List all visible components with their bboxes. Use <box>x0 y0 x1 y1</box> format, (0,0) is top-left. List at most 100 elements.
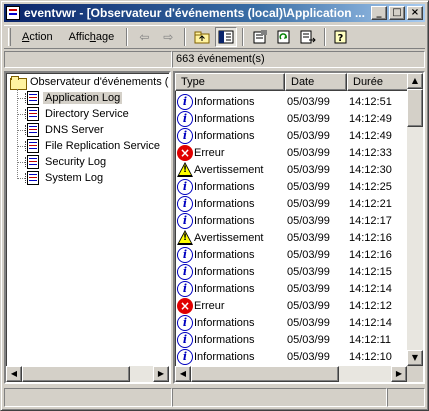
log-icon <box>25 107 39 121</box>
event-type-label: Informations <box>194 265 255 278</box>
table-row[interactable]: i Informations 05/03/99 14:12:16 <box>175 246 409 263</box>
title-bar[interactable]: eventvwr - [Observateur d'événements (lo… <box>4 4 425 22</box>
table-row[interactable]: i Informations 05/03/99 14:12:21 <box>175 195 409 212</box>
table-row[interactable]: × Erreur 05/03/99 14:12:33 <box>175 144 409 161</box>
table-row[interactable]: i Informations 05/03/99 14:12:49 <box>175 110 409 127</box>
table-row[interactable]: i Informations 05/03/99 14:12:10 <box>175 348 409 365</box>
cell-date: 05/03/99 <box>287 95 330 108</box>
info-icon: i <box>177 263 193 280</box>
info-icon: i <box>177 246 193 263</box>
event-list-pane[interactable]: Type Date Durée i Informations 05/03/99 14:… <box>173 71 425 384</box>
list-header: Type Date Durée <box>175 73 409 91</box>
cell-type: ! Avertissement <box>175 162 285 177</box>
table-row[interactable]: i Informations 05/03/99 14:12:49 <box>175 127 409 144</box>
help-button[interactable]: ? <box>331 27 353 47</box>
scroll-right-button[interactable]: ▶ <box>391 366 407 382</box>
export-list-icon <box>300 30 316 44</box>
tree-item-system-log[interactable]: System Log <box>17 170 105 186</box>
table-row[interactable]: ! Avertissement 05/03/99 14:12:16 <box>175 229 409 246</box>
scroll-left-button[interactable]: ◀ <box>6 366 22 382</box>
tree-root-label: Observateur d'événements (l <box>30 76 171 88</box>
cell-type: iInformations <box>175 195 285 212</box>
console-tree-pane[interactable]: Observateur d'événements (l Application … <box>4 71 171 384</box>
event-rows: i Informations 05/03/99 14:12:51 i Informatio… <box>175 93 409 382</box>
table-row[interactable]: i Informations 05/03/99 14:12:25 <box>175 178 409 195</box>
maximize-button[interactable]: □ <box>389 6 405 20</box>
up-one-level-button[interactable] <box>191 27 213 47</box>
event-type-label: Informations <box>194 214 255 227</box>
event-type-label: Informations <box>194 333 255 346</box>
pane-header-row: 663 événement(s) <box>4 51 425 69</box>
cell-type: iInformations <box>175 127 285 144</box>
tree-item-file-replication-service[interactable]: File Replication Service <box>17 138 162 154</box>
properties-icon <box>253 30 268 44</box>
status-cell-right <box>387 388 425 407</box>
cell-date: 05/03/99 <box>287 146 330 159</box>
arrow-right-icon: ▶ <box>395 369 403 378</box>
list-vertical-scrollbar[interactable]: ▲ ▼ <box>407 73 423 366</box>
cell-date: 05/03/99 <box>287 350 330 363</box>
cell-date: 05/03/99 <box>287 265 330 278</box>
menu-action[interactable]: Action <box>14 31 61 43</box>
column-header-type[interactable]: Type <box>175 73 285 91</box>
minimize-button[interactable]: _ <box>371 6 387 20</box>
tree-item-security-log[interactable]: Security Log <box>17 154 108 170</box>
cell-type: × Erreur <box>175 297 285 314</box>
cell-time: 14:12:14 <box>349 282 392 295</box>
table-row[interactable]: i Informations 05/03/99 14:12:17 <box>175 212 409 229</box>
cell-time: 14:12:30 <box>349 163 392 176</box>
cell-type: iInformations <box>175 246 285 263</box>
event-viewer-app-icon[interactable] <box>6 6 20 20</box>
table-row[interactable]: i Informations 05/03/99 14:12:11 <box>175 331 409 348</box>
cell-time: 14:12:16 <box>349 248 392 261</box>
window-title: eventvwr - [Observateur d'événements (lo… <box>24 6 365 20</box>
tree-connector <box>17 97 25 99</box>
scroll-thumb[interactable] <box>407 89 423 127</box>
table-row[interactable]: × Erreur 05/03/99 14:12:12 <box>175 297 409 314</box>
forward-button[interactable]: ⇨ <box>157 27 179 47</box>
table-row[interactable]: i Informations 05/03/99 14:12:51 <box>175 93 409 110</box>
tree-root[interactable]: Observateur d'événements (l <box>10 76 171 90</box>
export-list-button[interactable] <box>297 27 319 47</box>
scroll-left-button[interactable]: ◀ <box>175 366 191 382</box>
table-row[interactable]: i Informations 05/03/99 14:12:14 <box>175 280 409 297</box>
properties-button[interactable] <box>249 27 271 47</box>
toolbar-separator <box>324 28 327 46</box>
cell-type: iInformations <box>175 280 285 297</box>
list-horizontal-scrollbar[interactable]: ◀ ▶ <box>175 366 407 382</box>
cell-date: 05/03/99 <box>287 197 330 210</box>
table-row[interactable]: i Informations 05/03/99 14:12:15 <box>175 263 409 280</box>
cell-time: 14:12:11 <box>349 333 392 346</box>
cell-time: 14:12:17 <box>349 214 392 227</box>
tree-item-dns-server[interactable]: DNS Server <box>17 122 106 138</box>
cell-type: iInformations <box>175 314 285 331</box>
scroll-up-button[interactable]: ▲ <box>407 73 423 89</box>
toolbar-grip[interactable] <box>8 28 11 46</box>
info-icon: i <box>177 110 193 127</box>
back-button[interactable]: ⇦ <box>133 27 155 47</box>
close-button[interactable]: × <box>407 6 423 20</box>
cell-time: 14:12:14 <box>349 316 392 329</box>
column-header-time[interactable]: Durée <box>347 73 409 91</box>
tree-connector <box>17 113 25 115</box>
table-row[interactable]: i Informations 05/03/99 14:12:14 <box>175 314 409 331</box>
tree-item-directory-service[interactable]: Directory Service <box>17 106 131 122</box>
scroll-down-button[interactable]: ▼ <box>407 350 423 366</box>
cell-date: 05/03/99 <box>287 231 330 244</box>
scroll-right-button[interactable]: ▶ <box>153 366 169 382</box>
menu-view[interactable]: Affichage <box>61 31 123 43</box>
status-cell-left <box>4 388 172 407</box>
tree-horizontal-scrollbar[interactable]: ◀ ▶ <box>6 366 169 382</box>
tree-item-application-log[interactable]: Application Log <box>17 90 123 106</box>
info-icon: i <box>177 178 193 195</box>
column-header-date[interactable]: Date <box>285 73 347 91</box>
scroll-thumb[interactable] <box>22 366 130 382</box>
table-row[interactable]: ! Avertissement 05/03/99 14:12:30 <box>175 161 409 178</box>
scroll-thumb[interactable] <box>191 366 339 382</box>
cell-type: × Erreur <box>175 144 285 161</box>
refresh-icon <box>277 30 290 44</box>
event-count: 663 événement(s) <box>172 51 425 68</box>
show-hide-tree-button[interactable] <box>215 27 238 47</box>
refresh-button[interactable] <box>273 27 295 47</box>
arrow-left-icon: ⇦ <box>139 30 150 44</box>
